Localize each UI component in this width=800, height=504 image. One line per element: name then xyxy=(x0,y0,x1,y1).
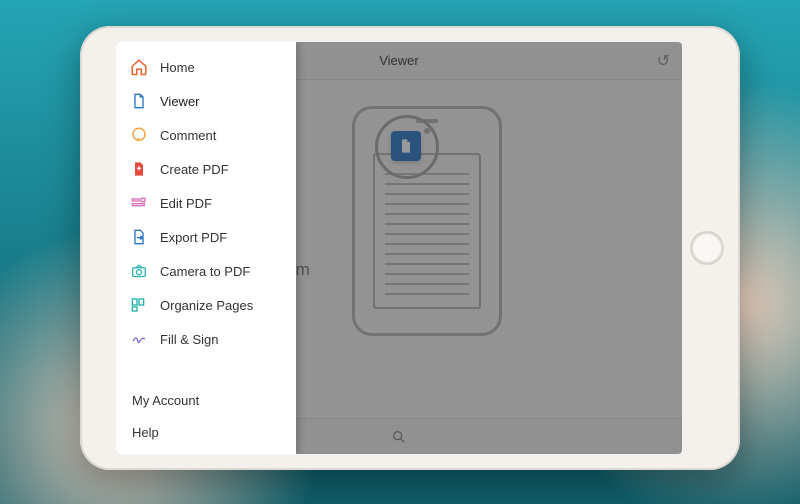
sidebar-item-label: Camera to PDF xyxy=(160,264,250,279)
create-pdf-icon xyxy=(130,160,148,178)
sidebar-item-label: Fill & Sign xyxy=(160,332,219,347)
sidebar-item-export-pdf[interactable]: Export PDF xyxy=(116,220,296,254)
sidebar-item-fill-sign[interactable]: Fill & Sign xyxy=(116,322,296,356)
sidebar-item-help[interactable]: Help xyxy=(116,416,296,448)
sidebar-item-label: Edit PDF xyxy=(160,196,212,211)
comment-icon xyxy=(130,126,148,144)
sidebar-item-organize-pages[interactable]: Organize Pages xyxy=(116,288,296,322)
sidebar-item-label: Viewer xyxy=(160,94,200,109)
ipad-home-button xyxy=(690,231,724,265)
sidebar-item-create-pdf[interactable]: Create PDF xyxy=(116,152,296,186)
sidebar-item-home[interactable]: Home xyxy=(116,50,296,84)
home-icon xyxy=(130,58,148,76)
sidebar-item-label: Home xyxy=(160,60,195,75)
ipad-frame: Viewer ↺ ad cuments ywhere en in the Vie… xyxy=(80,26,740,470)
sidebar-item-label: Export PDF xyxy=(160,230,227,245)
camera-icon xyxy=(130,262,148,280)
sidebar-item-viewer[interactable]: Viewer xyxy=(116,84,296,118)
sidebar-item-label: Help xyxy=(132,425,159,440)
side-menu: Home Viewer Comment Create PDF xyxy=(116,42,296,454)
sidebar-item-label: My Account xyxy=(132,393,199,408)
edit-pdf-icon xyxy=(130,194,148,212)
sidebar-item-camera-to-pdf[interactable]: Camera to PDF xyxy=(116,254,296,288)
sidebar-item-label: Organize Pages xyxy=(160,298,253,313)
signature-icon xyxy=(130,330,148,348)
sidebar-item-comment[interactable]: Comment xyxy=(116,118,296,152)
organize-pages-icon xyxy=(130,296,148,314)
sidebar-item-my-account[interactable]: My Account xyxy=(116,384,296,416)
sidebar-item-label: Comment xyxy=(160,128,216,143)
sidebar-item-label: Create PDF xyxy=(160,162,229,177)
export-pdf-icon xyxy=(130,228,148,246)
screen: Viewer ↺ ad cuments ywhere en in the Vie… xyxy=(116,42,682,454)
sidebar-item-edit-pdf[interactable]: Edit PDF xyxy=(116,186,296,220)
document-icon xyxy=(130,92,148,110)
